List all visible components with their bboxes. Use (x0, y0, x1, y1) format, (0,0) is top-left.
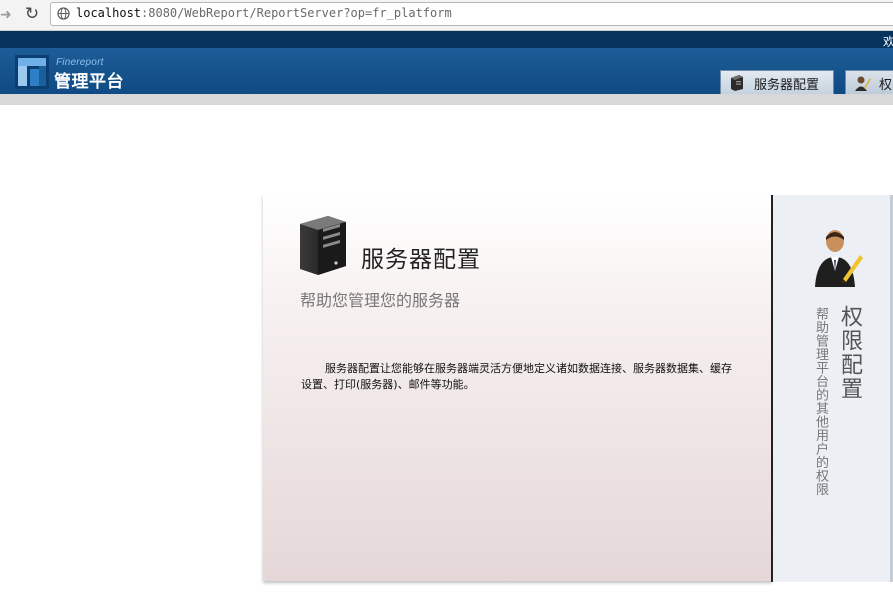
user-icon (855, 76, 871, 91)
card-description: 服务器配置让您能够在服务器端灵活方便地定义诸如数据连接、服务器数据集、缓存设置、… (301, 362, 732, 391)
tab-permission-config-label: 权 (879, 78, 893, 93)
permission-panel-title: 权限配置 (837, 305, 862, 401)
tab-server-config[interactable]: 服务器配置 (720, 70, 834, 94)
tab-server-config-label: 服务器配置 (754, 78, 820, 93)
forward-arrow-icon[interactable]: ➜ (0, 7, 12, 23)
permission-config-panel[interactable]: 权限配置 帮助管理平台的其他用户的权限 (773, 195, 890, 582)
logo-title: 管理平台 (54, 72, 124, 92)
globe-icon (57, 7, 70, 20)
url-text: localhost:8080/WebReport/ReportServer?op… (76, 6, 452, 20)
url-path: :8080/WebReport/ReportServer?op=fr_platf… (141, 6, 452, 20)
card-title: 服务器配置 (361, 247, 481, 273)
finereport-logo-icon (15, 55, 49, 89)
tab-permission-config[interactable]: 权 (845, 70, 893, 94)
url-host: localhost (76, 6, 142, 20)
server-icon (300, 216, 346, 275)
server-config-card[interactable]: 服务器配置 帮助您管理您的服务器 服务器配置让您能够在服务器端灵活方便地定义诸如… (263, 195, 772, 581)
header-separator (0, 94, 893, 105)
address-bar[interactable]: localhost:8080/WebReport/ReportServer?op… (50, 2, 893, 26)
browser-toolbar: ➜ ↻ localhost:8080/WebReport/ReportServe… (0, 0, 893, 31)
top-strip: 欢 (0, 31, 893, 49)
permission-panel-subtitle: 帮助管理平台的其他用户的权限 (813, 307, 828, 496)
card-subtitle: 帮助您管理您的服务器 (300, 291, 461, 310)
server-icon (731, 75, 743, 91)
reload-icon[interactable]: ↻ (22, 4, 42, 24)
user-edit-icon (815, 230, 863, 287)
